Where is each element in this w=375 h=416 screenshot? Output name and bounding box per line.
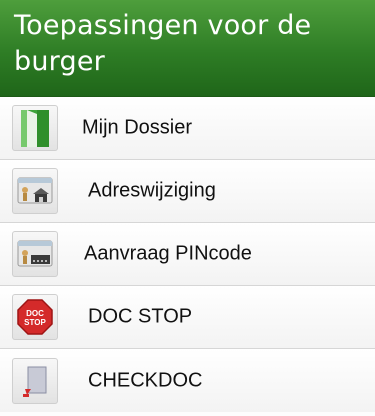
panel-header: Toepassingen voor de burger [0, 0, 375, 97]
applications-list: Mijn Dossier Adreswijziging Aanvraag PIN… [0, 97, 375, 412]
stop-sign-text-top: DOC [26, 309, 44, 318]
id-card-pin-icon [12, 231, 58, 277]
list-item-doc-stop[interactable]: DOC STOP DOC STOP [0, 286, 375, 349]
green-door-icon [12, 105, 58, 151]
item-label: Adreswijziging [88, 179, 216, 202]
list-item-aanvraag-pincode[interactable]: Aanvraag PINcode [0, 223, 375, 286]
stop-sign-text-bottom: STOP [24, 318, 46, 327]
stop-sign-icon: DOC STOP [12, 294, 58, 340]
applications-panel: Toepassingen voor de burger Mijn Dossier [0, 0, 375, 416]
panel-title: Toepassingen voor de burger [14, 10, 312, 77]
item-label: Aanvraag PINcode [84, 242, 252, 265]
list-item-checkdoc[interactable]: CHECKDOC [0, 349, 375, 412]
document-check-icon [12, 357, 58, 404]
list-item-adreswijziging[interactable]: Adreswijziging [0, 160, 375, 223]
list-item-mijn-dossier[interactable]: Mijn Dossier [0, 97, 375, 160]
item-label: CHECKDOC [88, 369, 203, 391]
id-card-house-icon [12, 168, 58, 214]
item-label: DOC STOP [88, 305, 193, 328]
item-label: Mijn Dossier [82, 116, 193, 139]
